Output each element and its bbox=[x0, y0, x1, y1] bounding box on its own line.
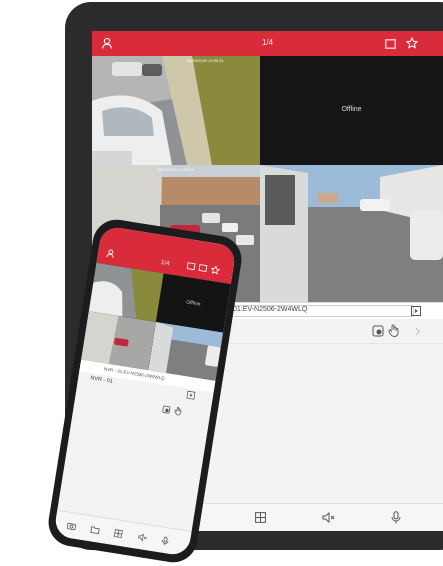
speaker-icon[interactable] bbox=[137, 533, 147, 542]
capture-icon[interactable] bbox=[372, 325, 384, 337]
microphone-icon[interactable] bbox=[391, 511, 401, 524]
grid-icon[interactable] bbox=[113, 529, 123, 539]
camera-3-timestamp: 00/00/2020 10:00:01 bbox=[157, 167, 194, 172]
layout-icon[interactable] bbox=[385, 39, 396, 49]
touch-icon[interactable] bbox=[174, 406, 183, 416]
capture-icon[interactable] bbox=[162, 405, 171, 414]
star-icon[interactable] bbox=[210, 265, 221, 275]
camera-tile-1[interactable]: 00/00/2020 10:00:21 bbox=[92, 56, 260, 165]
tablet-header: 1/4 bbox=[92, 31, 443, 56]
nvr-label: NVR - 01 bbox=[89, 375, 114, 385]
camera-tile-2[interactable]: Offline bbox=[260, 56, 443, 165]
camera-1-feed bbox=[92, 56, 260, 165]
folder-icon[interactable] bbox=[90, 525, 100, 535]
star-icon[interactable] bbox=[406, 37, 418, 49]
device-switch-icon[interactable] bbox=[411, 306, 421, 316]
layout-icon[interactable] bbox=[198, 264, 208, 273]
offline-label: Offline bbox=[185, 299, 201, 308]
camera-tile-4[interactable] bbox=[260, 165, 443, 302]
touch-icon[interactable] bbox=[388, 324, 400, 337]
camera-4-feed bbox=[260, 165, 443, 302]
device-switch-icon[interactable] bbox=[186, 390, 196, 400]
speaker-icon[interactable] bbox=[322, 512, 335, 523]
camera-icon[interactable] bbox=[66, 522, 76, 531]
cast-icon[interactable] bbox=[186, 262, 196, 271]
chevron-right-icon[interactable] bbox=[415, 327, 421, 336]
camera-1-timestamp: 00/00/2020 10:00:21 bbox=[187, 58, 224, 63]
microphone-icon[interactable] bbox=[161, 536, 169, 547]
grid-icon[interactable] bbox=[255, 512, 266, 523]
offline-label: Offline bbox=[341, 106, 362, 113]
phone-bottom-toolbar bbox=[53, 509, 192, 557]
